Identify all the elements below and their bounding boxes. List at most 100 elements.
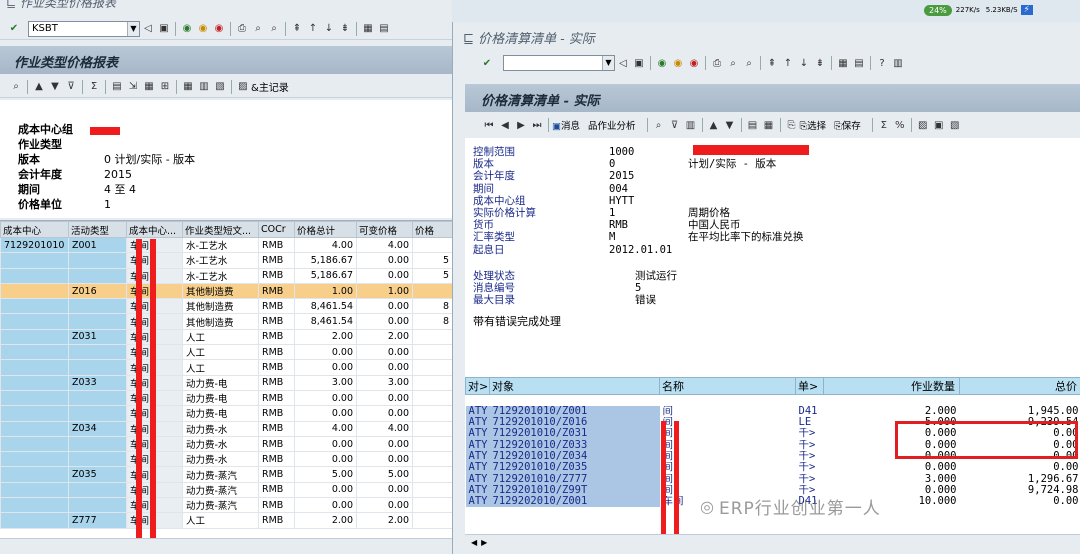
command-field[interactable]: ▼ <box>503 55 615 71</box>
save-variant-button[interactable]: ⎘保存 <box>834 118 861 132</box>
first-icon[interactable]: ⏮ <box>482 118 496 132</box>
activity-analysis-button[interactable]: 品作业分析 <box>588 118 636 132</box>
print-icon[interactable]: ⎙ <box>710 56 724 70</box>
table-row[interactable]: 车间 水-工艺水 RMB 5,186.67 0.00 5 <box>0 252 453 269</box>
message-button[interactable]: ▣消息 <box>552 118 580 132</box>
cancel-icon[interactable]: ◉ <box>212 22 226 36</box>
new-session-icon[interactable]: ▦ <box>836 56 850 70</box>
column-header[interactable]: 成本中心... <box>126 221 183 238</box>
next-page-icon[interactable]: ↓ <box>322 22 336 36</box>
last-icon[interactable]: ⏭ <box>530 118 544 132</box>
filter-icon[interactable]: ⊽ <box>64 80 78 94</box>
sort-ascending-icon[interactable]: ▲ <box>707 118 721 132</box>
table-row[interactable]: 车间 其他制造费 RMB 8,461.54 0.00 8 <box>0 313 453 330</box>
help-icon[interactable]: ? <box>875 56 889 70</box>
previous-icon[interactable]: ◀ <box>498 118 512 132</box>
graphic-icon[interactable]: ▨ <box>916 118 930 132</box>
enter-check-icon[interactable]: ✔ <box>480 56 494 70</box>
column-header[interactable]: 成本中心 <box>0 221 69 238</box>
chevron-down-icon[interactable]: ▼ <box>127 21 139 36</box>
spreadsheet-icon[interactable]: ▦ <box>762 118 776 132</box>
last-page-icon[interactable]: ⇟ <box>338 22 352 36</box>
next-page-icon[interactable]: ↓ <box>797 56 811 70</box>
table-row[interactable]: 车间 动力费-水 RMB 0.00 0.00 <box>0 451 453 468</box>
filter-icon[interactable]: ⊽ <box>668 118 682 132</box>
details-icon[interactable]: ⌕ <box>652 118 666 132</box>
column-header[interactable]: 价格 <box>412 221 453 238</box>
enter-check-icon[interactable]: ✔ <box>7 22 21 36</box>
details-icon[interactable]: ⌕ <box>9 80 23 94</box>
sort-descending-icon[interactable]: ▼ <box>48 80 62 94</box>
sum-icon[interactable]: Σ <box>87 80 101 94</box>
column-header[interactable]: 名称 <box>659 377 796 395</box>
column-header[interactable]: 作业数量 <box>823 377 960 395</box>
first-page-icon[interactable]: ⇞ <box>765 56 779 70</box>
abc-icon[interactable]: ▧ <box>948 118 962 132</box>
columns-icon[interactable]: ▥ <box>197 80 211 94</box>
prev-page-icon[interactable]: ↑ <box>781 56 795 70</box>
shortcut-icon[interactable]: ▤ <box>377 22 391 36</box>
table-row[interactable]: 车间 其他制造费 RMB 8,461.54 0.00 8 <box>0 298 453 315</box>
prev-page-icon[interactable]: ↑ <box>306 22 320 36</box>
scroll-right-icon[interactable]: ▶ <box>481 538 487 547</box>
master-record-button[interactable]: &主记录 <box>251 79 289 94</box>
export-icon[interactable]: ▤ <box>746 118 760 132</box>
find-next-icon[interactable]: ⌕ <box>742 56 756 70</box>
save-icon[interactable]: ▣ <box>157 22 171 36</box>
find-icon[interactable]: ⌕ <box>726 56 740 70</box>
table-row[interactable]: 车间 人工 RMB 0.00 0.00 <box>0 344 453 361</box>
table-row[interactable]: 7129201010 Z001 车间 水-工艺水 RMB 4.00 4.00 <box>0 236 453 254</box>
column-header[interactable]: 总价 <box>959 377 1080 395</box>
column-header[interactable]: 作业类型短文... <box>182 221 259 238</box>
graphic-icon[interactable]: ▨ <box>236 80 250 94</box>
table-row[interactable]: ATY 7129201010/Z777 间千> 3.000 1,296.67 <box>465 473 1080 485</box>
find-next-icon[interactable]: ⌕ <box>267 22 281 36</box>
sum-icon[interactable]: Σ <box>877 118 891 132</box>
last-page-icon[interactable]: ⇟ <box>813 56 827 70</box>
new-session-icon[interactable]: ▦ <box>361 22 375 36</box>
export-icon[interactable]: ⇲ <box>126 80 140 94</box>
scroll-left-icon[interactable]: ◀ <box>471 538 477 547</box>
table-row[interactable]: 车间 动力费-水 RMB 0.00 0.00 <box>0 435 453 453</box>
customize-layout-icon[interactable]: ▥ <box>891 56 905 70</box>
spreadsheet-icon[interactable]: ▦ <box>142 80 156 94</box>
back-arrow-icon[interactable]: ◁ <box>616 56 630 70</box>
print-icon[interactable]: ⎙ <box>235 22 249 36</box>
next-icon[interactable]: ▶ <box>514 118 528 132</box>
horizontal-scrollbar[interactable]: ◀ ▶ <box>465 534 1080 550</box>
column-header[interactable]: 活动类型 <box>68 221 127 238</box>
select-button[interactable]: ⎘选择 <box>800 118 827 132</box>
chevron-down-icon[interactable]: ▼ <box>602 56 614 70</box>
column-header[interactable]: 价格总计 <box>294 221 357 238</box>
table-row[interactable]: Z031 车间 人工 RMB 2.00 2.00 <box>0 328 453 346</box>
column-header[interactable]: 对> <box>465 377 490 395</box>
table-row[interactable]: ATY 7129201010/Z001 间 D41 2.000 1,945.00 <box>465 405 1080 418</box>
back-icon[interactable]: ◉ <box>655 56 669 70</box>
exit-icon[interactable]: ◉ <box>196 22 210 36</box>
shortcut-icon[interactable]: ▤ <box>852 56 866 70</box>
table-row[interactable]: Z034 车间 动力费-水 RMB 4.00 4.00 <box>0 420 453 437</box>
back-icon[interactable]: ◉ <box>180 22 194 36</box>
table-row[interactable]: 车间 动力费-蒸汽 RMB 0.00 0.00 <box>0 481 453 499</box>
cancel-icon[interactable]: ◉ <box>687 56 701 70</box>
exit-icon[interactable]: ◉ <box>671 56 685 70</box>
back-arrow-icon[interactable]: ◁ <box>141 22 155 36</box>
table-row[interactable]: Z016 车间 其他制造费 RMB 1.00 1.00 <box>0 282 453 300</box>
choose-layout-icon[interactable]: ▧ <box>213 80 227 94</box>
find-icon[interactable]: ⌕ <box>251 22 265 36</box>
layout-icon[interactable]: ▥ <box>684 118 698 132</box>
first-page-icon[interactable]: ⇞ <box>290 22 304 36</box>
print-preview-icon[interactable]: ▣ <box>932 118 946 132</box>
grid-icon[interactable]: ▦ <box>181 80 195 94</box>
table-row[interactable]: ATY 7129201010/Z035 间千> 0.000 0.00 <box>465 462 1080 474</box>
column-header[interactable]: COCr <box>258 221 295 238</box>
subtotal-icon[interactable]: % <box>893 118 907 132</box>
table-row[interactable]: Z777 车间 人工 RMB 2.00 2.00 <box>0 512 453 529</box>
table-row[interactable]: 车间 动力费-电 RMB 0.00 0.00 <box>0 405 453 422</box>
table-row[interactable]: 车间 水-工艺水 RMB 5,186.67 0.00 5 <box>0 267 453 284</box>
command-field[interactable]: KSBT ▼ <box>28 20 140 37</box>
table-row[interactable]: Z033 车间 动力费-电 RMB 3.00 3.00 <box>0 374 453 391</box>
table-row[interactable]: 车间 动力费-电 RMB 0.00 0.00 <box>0 389 453 407</box>
column-header[interactable]: 可变价格 <box>356 221 413 238</box>
column-header[interactable]: 对象 <box>489 377 660 395</box>
